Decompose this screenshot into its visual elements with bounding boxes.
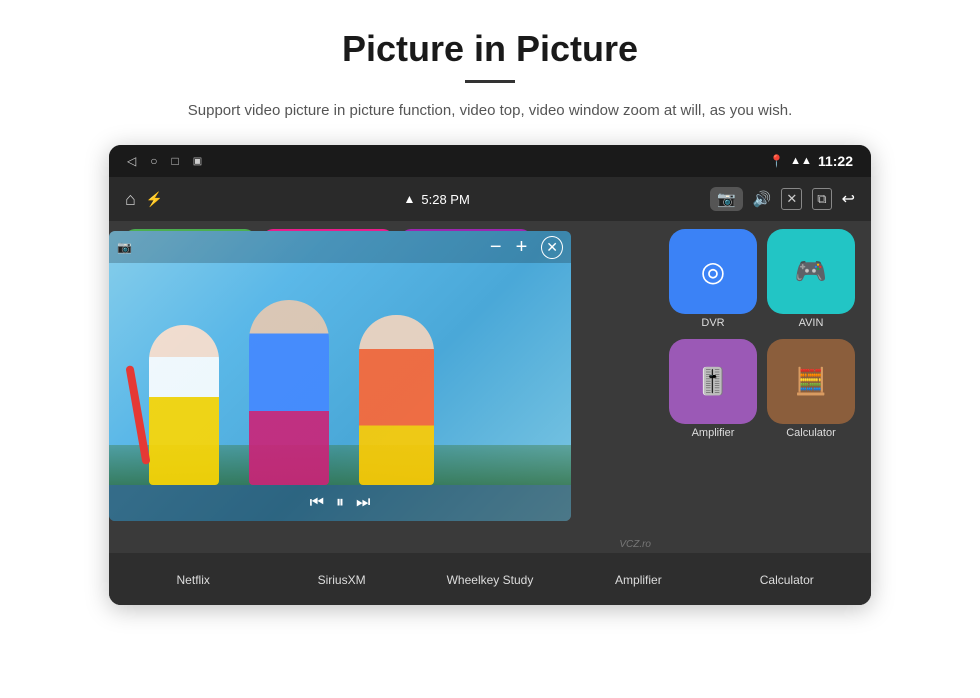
title-divider xyxy=(465,80,515,83)
amplifier-bottom-label: Amplifier xyxy=(615,573,662,587)
app-bar: ⌂ ⚡ ▲ 5:28 PM 📷 🔊 ✕ ⧉ ↩ xyxy=(109,177,871,221)
app-bar-right: 📷 🔊 ✕ ⧉ ↩ xyxy=(710,187,855,211)
calculator-label-item[interactable]: Calculator xyxy=(727,571,847,587)
dvr-label: DVR xyxy=(701,317,724,329)
page-title: Picture in Picture xyxy=(342,28,638,70)
app-grid: ◎ DVR 🎮 AVIN 🎚️ Amplifier xyxy=(669,229,855,439)
amplifier-label: Amplifier xyxy=(692,427,735,439)
pip-resize-controls: − + ✕ xyxy=(490,236,563,259)
screenshot-icon[interactable]: ▣ xyxy=(193,156,202,167)
avin-icon-symbol: 🎮 xyxy=(795,256,827,287)
person-1 xyxy=(149,325,219,485)
siriusxm-label: SiriusXM xyxy=(318,573,366,587)
close-icon[interactable]: ✕ xyxy=(781,188,802,210)
calculator-bottom-label: Calculator xyxy=(760,573,814,587)
volume-icon[interactable]: 🔊 xyxy=(753,190,772,208)
wheelkey-label: Wheelkey Study xyxy=(447,573,534,587)
watermark: VCZ.ro xyxy=(619,539,651,550)
pip-close-btn[interactable]: ✕ xyxy=(541,236,563,259)
calculator-app[interactable]: 🧮 Calculator xyxy=(767,339,855,439)
avin-app[interactable]: 🎮 AVIN xyxy=(767,229,855,329)
camera-button[interactable]: 📷 xyxy=(710,187,743,211)
device-frame: ◁ ○ □ ▣ 📍 ▲▲ 11:22 ⌂ ⚡ ▲ 5:28 PM 📷 xyxy=(109,145,871,605)
recents-icon[interactable]: □ xyxy=(171,154,178,168)
pip-container[interactable]: 📷 − + ✕ xyxy=(109,231,571,521)
avin-label: AVIN xyxy=(799,317,824,329)
pip-video: 📷 − + ✕ xyxy=(109,231,571,521)
status-time: 11:22 xyxy=(818,153,853,169)
app-bar-time: 5:28 PM xyxy=(421,192,469,207)
pip-minus-btn[interactable]: − xyxy=(490,236,502,259)
pip-icon[interactable]: ⧉ xyxy=(812,188,831,210)
amplifier-app[interactable]: 🎚️ Amplifier xyxy=(669,339,757,439)
netflix-label-item[interactable]: Netflix xyxy=(133,571,253,587)
nav-icons: ◁ ○ □ ▣ xyxy=(127,154,202,168)
next-btn[interactable]: ⏭ xyxy=(356,494,370,512)
people-scene xyxy=(109,285,571,485)
amplifier-icon-symbol: 🎚️ xyxy=(697,366,729,397)
status-icons: 📍 ▲▲ 11:22 xyxy=(769,153,853,169)
avin-icon-bg: 🎮 xyxy=(767,229,855,314)
calculator-icon-bg: 🧮 xyxy=(767,339,855,424)
calculator-icon-symbol: 🧮 xyxy=(795,366,827,397)
person-2 xyxy=(249,300,329,485)
siriusxm-label-item[interactable]: SiriusXM xyxy=(282,571,402,587)
amplifier-label-item[interactable]: Amplifier xyxy=(578,571,698,587)
netflix-label: Netflix xyxy=(177,573,210,587)
pip-top-bar: 📷 − + ✕ xyxy=(109,231,571,263)
page-subtitle: Support video picture in picture functio… xyxy=(188,99,792,123)
back-icon[interactable]: ◁ xyxy=(127,154,136,168)
dvr-app[interactable]: ◎ DVR xyxy=(669,229,757,329)
usb-icon: ⚡ xyxy=(146,191,163,208)
wheelkey-label-item[interactable]: Wheelkey Study xyxy=(430,571,550,587)
dvr-icon-bg: ◎ xyxy=(669,229,757,314)
home-icon[interactable]: ○ xyxy=(150,154,157,168)
calculator-label: Calculator xyxy=(786,427,836,439)
home-app-icon[interactable]: ⌂ xyxy=(125,189,136,210)
back-app-icon[interactable]: ↩ xyxy=(842,189,855,209)
wifi-icon: ▲▲ xyxy=(790,155,812,167)
location-icon: 📍 xyxy=(769,154,784,168)
main-content: 📷 − + ✕ xyxy=(109,221,871,605)
pip-camera-icon: 📷 xyxy=(117,240,132,254)
wifi-status-icon: ▲ xyxy=(404,192,416,206)
app-bar-left: ⌂ ⚡ xyxy=(125,189,163,210)
person-3 xyxy=(359,315,434,485)
dvr-icon-symbol: ◎ xyxy=(701,255,725,288)
bottom-label-row: Netflix SiriusXM Wheelkey Study Amplifie… xyxy=(109,553,871,605)
pip-plus-btn[interactable]: + xyxy=(516,236,528,259)
status-bar: ◁ ○ □ ▣ 📍 ▲▲ 11:22 xyxy=(109,145,871,177)
play-pause-btn[interactable]: ⏸ xyxy=(336,494,344,512)
prev-btn[interactable]: ⏮ xyxy=(310,494,324,512)
amplifier-icon-bg: 🎚️ xyxy=(669,339,757,424)
app-bar-center: ▲ 5:28 PM xyxy=(404,192,470,207)
pip-playback-bar: ⏮ ⏸ ⏭ xyxy=(109,485,571,521)
